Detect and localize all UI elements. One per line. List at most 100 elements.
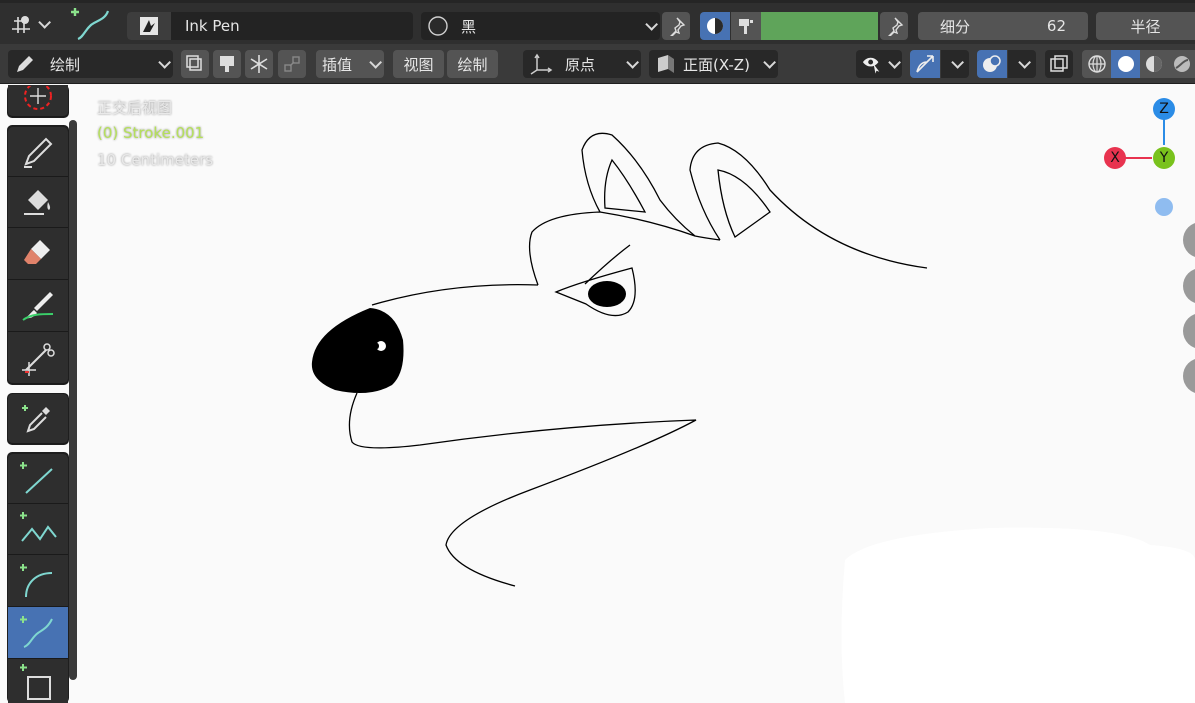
color-swatch[interactable] <box>761 12 878 40</box>
shading-rendered-button[interactable] <box>1168 50 1195 78</box>
xray-button[interactable] <box>1045 50 1073 78</box>
dog-sketch <box>348 132 928 587</box>
y-axis-handle[interactable]: Y <box>1153 147 1175 169</box>
material-preview-icon <box>1146 56 1162 72</box>
eyedropper-icon <box>22 404 50 433</box>
x-axis-line <box>1124 157 1152 159</box>
pencil-draw-icon <box>24 137 53 168</box>
chevron-down-icon <box>763 55 776 69</box>
draw-tool[interactable] <box>8 127 68 177</box>
draw-menu[interactable]: 绘制 <box>447 50 498 78</box>
interpolate-menu[interactable]: 插值 <box>316 50 384 78</box>
erase-tool[interactable] <box>8 228 68 280</box>
mode-label: 绘制 <box>50 55 81 74</box>
solid-sphere-icon <box>1117 56 1134 72</box>
keyframe-icon <box>220 56 234 72</box>
eraser-icon <box>24 239 50 264</box>
multiframe-button[interactable] <box>181 50 209 78</box>
chevron-down-icon <box>369 55 382 69</box>
vertex-color-mode-button[interactable] <box>731 12 761 40</box>
visibility-selector[interactable] <box>856 50 902 78</box>
x-axis-label: X <box>1110 150 1120 166</box>
view-label: 视图 <box>403 55 434 74</box>
brush-icon <box>127 12 171 40</box>
tool-header-top: Ink Pen 黑 细分 62 半径 <box>0 0 1195 44</box>
color-mode-button[interactable] <box>700 12 730 40</box>
pivot-icon <box>12 16 30 33</box>
radius-label: 半径 <box>1130 17 1161 36</box>
chevron-down-icon <box>158 55 171 69</box>
gizmo-dropdown[interactable] <box>941 50 969 78</box>
origin-selector[interactable]: 原点 <box>523 50 641 78</box>
chevron-down-icon <box>626 55 639 69</box>
material-selector[interactable]: 黑 <box>421 12 660 40</box>
freeze-button[interactable] <box>245 50 273 78</box>
plane-icon <box>658 55 674 73</box>
cutter-tool[interactable] <box>8 332 68 384</box>
wireframe-icon <box>1087 55 1106 73</box>
brush-selector[interactable]: Ink Pen <box>127 12 413 40</box>
subdivision-field[interactable]: 细分 62 <box>918 12 1088 40</box>
origin-label: 原点 <box>565 55 596 74</box>
z-axis-label: Z <box>1159 101 1169 117</box>
gizmo-toggle-button[interactable] <box>910 50 940 78</box>
overlay-toggle-button[interactable] <box>977 50 1007 78</box>
active-tool-curve-icon <box>66 5 114 45</box>
orientation-selector[interactable]: 正面(X-Z) <box>649 50 778 78</box>
pin-icon <box>888 17 904 36</box>
transform-pivot-button[interactable] <box>8 9 54 39</box>
polyline-icon <box>20 512 57 542</box>
pencil-icon <box>17 56 33 72</box>
autokey-button[interactable] <box>213 50 241 78</box>
viewport-header: 绘制 插值 视图 绘制 原点 正面(X-Z) <box>0 44 1195 84</box>
box-tool[interactable] <box>8 659 68 703</box>
z-axis-handle[interactable]: Z <box>1153 98 1175 120</box>
material-name: 黑 <box>461 17 477 36</box>
shading-solid-button[interactable] <box>1111 50 1140 78</box>
cursor-tool[interactable] <box>8 85 68 117</box>
radius-field[interactable]: 半径 <box>1096 12 1195 40</box>
white-shape <box>841 527 1195 703</box>
view-menu[interactable]: 视图 <box>393 50 444 78</box>
toolbar-scrollbar[interactable] <box>69 120 77 680</box>
shading-material-button[interactable] <box>1140 50 1168 78</box>
orientation-label: 正面(X-Z) <box>683 55 750 74</box>
overlay-dropdown[interactable] <box>1008 50 1036 78</box>
material-color-icon <box>707 18 723 34</box>
scale-label: 10 Centimeters <box>97 151 214 169</box>
vertex-paint-icon <box>739 19 753 34</box>
chevron-down-icon <box>888 55 902 69</box>
fill-bucket-icon <box>24 190 51 215</box>
link-button[interactable] <box>278 50 306 78</box>
shading-wireframe-button[interactable] <box>1082 50 1111 78</box>
eye-cursor-icon <box>862 57 880 74</box>
eyedropper-tool[interactable] <box>8 394 68 444</box>
arc-tool[interactable] <box>8 555 68 607</box>
material-sphere-icon <box>428 16 448 36</box>
chevron-down-icon <box>950 55 964 69</box>
curve-tool[interactable] <box>8 607 68 659</box>
viewport-canvas[interactable] <box>78 85 1195 703</box>
cutter-icon <box>22 342 55 376</box>
snowflake-icon <box>250 55 268 73</box>
line-icon <box>20 461 53 494</box>
draw-label: 绘制 <box>457 55 488 74</box>
active-object-label: (0) Stroke.001 <box>97 124 205 142</box>
fill-tool[interactable] <box>8 177 68 228</box>
pin-color-button[interactable] <box>880 12 908 40</box>
chevron-down-icon <box>645 17 658 31</box>
subdivision-label: 细分 <box>940 17 971 36</box>
polyline-tool[interactable] <box>8 504 68 555</box>
arc-icon <box>20 563 53 597</box>
tint-tool[interactable] <box>8 280 68 332</box>
negative-axis-dot[interactable] <box>1155 198 1173 216</box>
tint-brush-icon <box>22 291 54 321</box>
view-name: 正交后视图 <box>97 99 173 117</box>
x-axis-handle[interactable]: X <box>1104 147 1126 169</box>
mode-selector[interactable]: 绘制 <box>8 50 173 78</box>
line-tool[interactable] <box>8 454 68 504</box>
chevron-down-icon <box>1017 55 1031 69</box>
pin-material-button[interactable] <box>662 12 690 40</box>
brush-name: Ink Pen <box>185 17 240 35</box>
navigation-gizmo[interactable]: Z X Y <box>1100 95 1195 220</box>
